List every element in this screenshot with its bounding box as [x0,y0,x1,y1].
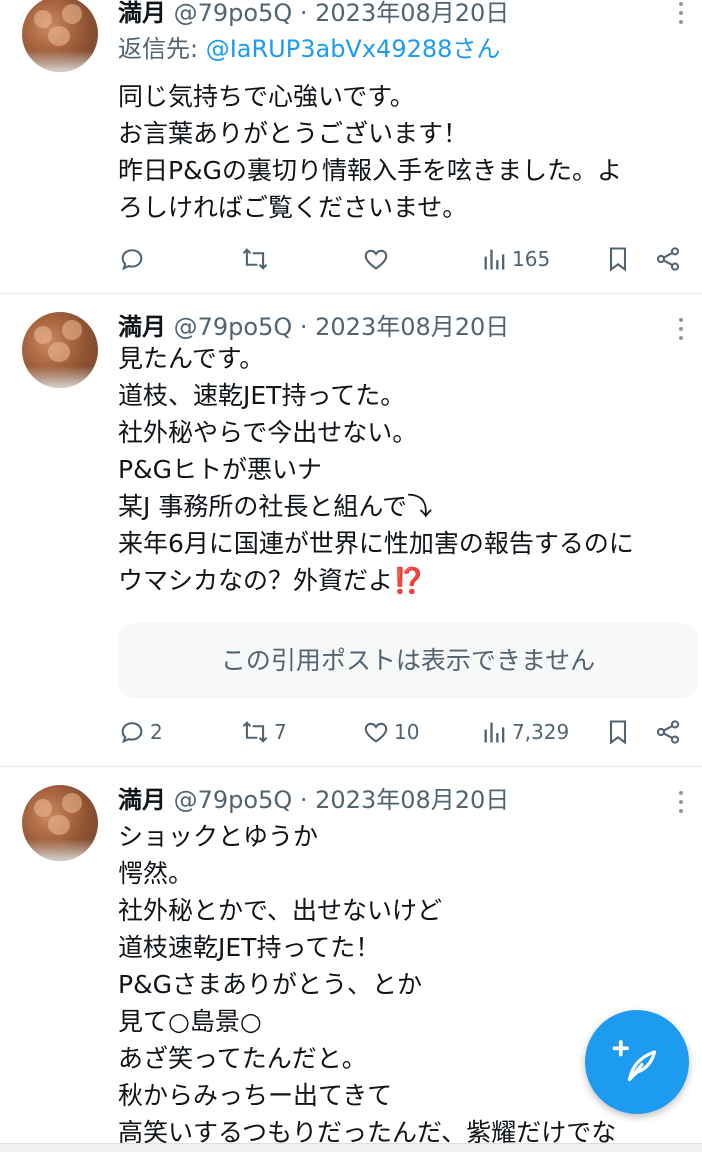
share-button[interactable] [654,715,682,749]
action-bar: 2 7 10 7,329 [118,715,698,749]
divider [0,293,702,294]
tweet-line: 道枝、速乾JET持ってた。 [118,381,406,410]
views-button[interactable]: 165 [482,242,550,276]
like-icon [364,249,388,270]
tweet-line: ウマシカなの？外資だよ⁉️ [118,566,425,595]
tweet-line: 見たんです。 [118,344,265,373]
tweet-line: 愕然。 [118,859,194,888]
reply-count: 2 [150,720,163,744]
repost-icon [242,248,268,270]
reply-button[interactable]: 2 [118,715,163,749]
avatar[interactable] [22,0,98,72]
repost-button[interactable]: 7 [240,715,287,749]
like-button[interactable]: 10 [362,715,419,749]
tweet-header: 満月 @79po5Q · 2023年08月20日 [118,312,509,342]
compose-icon [612,1040,657,1082]
avatar[interactable] [22,312,98,388]
tweet-line: 昨日P&Gの裏切り情報入手を呟きました。よ [118,156,622,185]
tweet-line: P&Gさまありがとう、とか [118,970,422,999]
tweet-text: 同じ気持ちで心強いです。 お言葉ありがとうございます！ 昨日P&Gの裏切り情報入… [118,78,698,226]
avatar[interactable] [22,785,98,861]
tweet-line: ショックとゆうか [118,822,319,851]
reply-icon [121,249,143,271]
tweet-header: 満月 @79po5Q · 2023年08月20日 [118,0,509,28]
share-button[interactable] [654,242,682,276]
reply-to-handle[interactable]: @IaRUP3abVx49288さん [206,35,501,63]
tweet-line: 某J 事務所の社長と組んで⤵︎ [118,492,433,521]
more-icon[interactable] [678,791,684,817]
reply-button[interactable] [118,242,150,276]
tweet-line: P&Gヒトが悪いナ [118,455,322,484]
tweet-line: 同じ気持ちで心強いです。 [118,82,415,111]
compose-button[interactable] [585,1010,689,1114]
bookmark-icon [609,247,627,272]
view-count: 165 [512,247,551,271]
share-icon [656,247,680,271]
tweet-line: 道枝速乾JET持ってた！ [118,933,381,962]
handle-and-date[interactable]: @79po5Q · 2023年08月20日 [174,313,510,341]
views-button[interactable]: 7,329 [482,715,569,749]
quoted-post-unavailable[interactable]: この引用ポストは表示できません [118,623,698,699]
tweet-line: 社外秘やらで今出せない。 [118,418,418,447]
repost-count: 7 [274,720,287,744]
display-name[interactable]: 満月 [118,0,166,27]
display-name[interactable]: 満月 [118,786,166,814]
bookmark-icon [609,720,627,745]
display-name[interactable]: 満月 [118,313,166,341]
repost-button[interactable] [240,242,274,276]
views-icon [484,249,505,270]
reply-icon [121,722,143,744]
views-icon [484,722,505,743]
view-count: 7,329 [512,720,570,744]
tweet-header: 満月 @79po5Q · 2023年08月20日 [118,785,509,815]
tweet-line: 社外秘とかで、出せないけど [118,896,443,925]
reply-to-label: 返信先: [118,35,206,63]
tweet-text: 見たんです。 道枝、速乾JET持ってた。 社外秘やらで今出せない。 P&Gヒトが… [118,340,698,599]
share-icon [656,720,680,744]
handle-and-date[interactable]: @79po5Q · 2023年08月20日 [174,786,510,814]
tweet-line: 来年6月に国連が世界に性加害の報告するのに [118,529,634,558]
more-icon[interactable] [678,2,684,28]
action-bar: 165 [118,242,698,276]
bookmark-button[interactable] [606,715,630,749]
tweet-line: お言葉ありがとうございます！ [118,119,469,148]
repost-icon [242,721,268,743]
bookmark-button[interactable] [606,242,630,276]
like-icon [364,722,388,743]
like-count: 10 [394,720,420,744]
tweet-line: ろしければご覧くださいませ。 [118,193,468,222]
handle-and-date[interactable]: @79po5Q · 2023年08月20日 [174,0,510,27]
divider [0,766,702,767]
like-button[interactable] [362,242,394,276]
reply-to: 返信先: @IaRUP3abVx49288さん [118,34,500,64]
